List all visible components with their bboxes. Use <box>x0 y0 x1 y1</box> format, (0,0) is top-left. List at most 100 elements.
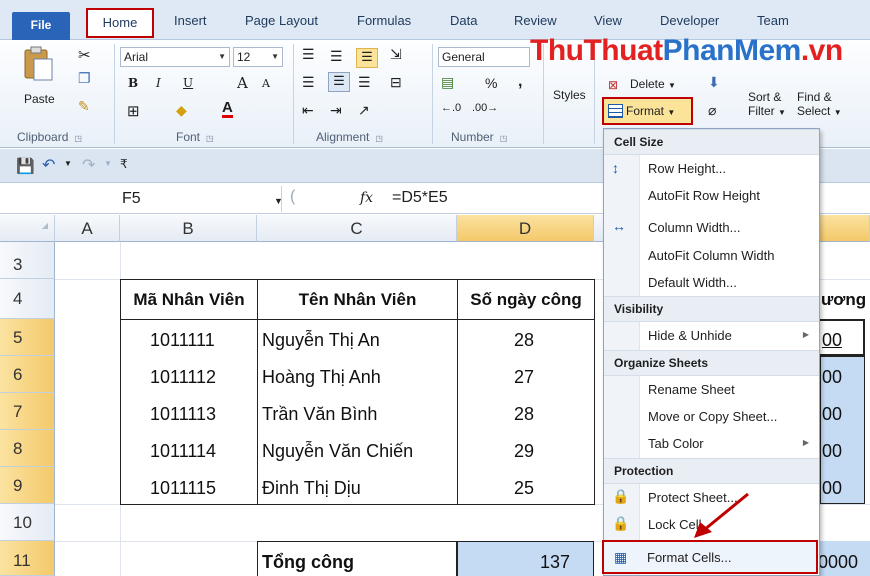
paste-button[interactable]: Paste <box>24 92 55 106</box>
sort-filter-button[interactable]: Sort & Filter ▼ <box>748 90 786 118</box>
paste-icon[interactable] <box>22 46 54 82</box>
increase-decimal-icon[interactable]: ←.0 <box>441 102 461 114</box>
row-header-6[interactable]: 6 <box>0 356 55 393</box>
borders-icon[interactable]: ⊞ <box>127 102 140 120</box>
column-header-d[interactable]: D <box>457 215 594 242</box>
total-f11-tail[interactable]: 0000 <box>818 552 858 573</box>
fill-color-icon[interactable]: ◆ <box>176 102 187 119</box>
row-header-11[interactable]: 11 <box>0 541 55 576</box>
menu-item-default-width[interactable]: Default Width... <box>648 275 737 290</box>
cell-f6-tail[interactable]: 00 <box>822 367 842 388</box>
copy-icon[interactable]: ❐ <box>78 70 91 87</box>
fill-icon[interactable]: ⬇ <box>708 74 720 91</box>
align-bottom-icon[interactable]: ☰ <box>356 48 378 68</box>
column-header-b[interactable]: B <box>120 215 257 242</box>
cell-f8-tail[interactable]: 00 <box>822 441 842 462</box>
styles-button[interactable]: Styles <box>553 88 586 102</box>
cell-so-1[interactable]: 28 <box>514 330 534 351</box>
comma-button[interactable]: , <box>518 73 522 91</box>
shrink-font-button[interactable]: A <box>262 77 270 90</box>
tab-data[interactable]: Data <box>450 13 477 28</box>
save-icon[interactable]: 💾 <box>16 157 35 175</box>
menu-item-tab-color[interactable]: Tab Color <box>648 436 704 451</box>
cut-icon[interactable]: ✂ <box>78 46 91 64</box>
cell-so-3[interactable]: 28 <box>514 404 534 425</box>
menu-item-row-height[interactable]: Row Height... <box>648 161 726 176</box>
menu-item-autofit-column-width[interactable]: AutoFit Column Width <box>648 248 774 263</box>
increase-indent-icon[interactable]: ⇥ <box>330 102 342 119</box>
underline-button[interactable]: U <box>183 76 193 90</box>
find-select-button[interactable]: Find & Select ▼ <box>797 90 842 118</box>
total-value[interactable]: 137 <box>540 552 570 573</box>
insert-function-icon[interactable]: fx <box>360 190 373 206</box>
row-header-4[interactable]: 4 <box>0 279 55 319</box>
wrap-text-icon[interactable]: ⇲ <box>390 46 402 63</box>
menu-item-hide-unhide[interactable]: Hide & Unhide <box>648 328 732 343</box>
row-header-8[interactable]: 8 <box>0 430 55 467</box>
menu-item-column-width[interactable]: Column Width... <box>648 220 740 235</box>
row-header-10[interactable]: 10 <box>0 504 55 541</box>
select-all-corner[interactable]: ◢ <box>0 215 55 242</box>
cell-ten-2[interactable]: Hoàng Thị Anh <box>262 367 381 388</box>
menu-item-format-cells[interactable]: Format Cells... <box>647 550 732 565</box>
row-header-3[interactable]: 3 <box>0 242 55 279</box>
cancel-formula-icon[interactable]: ( <box>290 188 295 206</box>
format-button[interactable]: Format ▼ <box>602 97 693 125</box>
cell-f9-tail[interactable]: 00 <box>822 478 842 499</box>
cell-ma-2[interactable]: 1011112 <box>150 367 216 388</box>
cell-ma-4[interactable]: 1011114 <box>150 441 216 462</box>
formula-input[interactable]: =D5*E5 <box>392 189 448 207</box>
row-header-9[interactable]: 9 <box>0 467 55 504</box>
tab-review[interactable]: Review <box>514 13 557 28</box>
cell-ma-3[interactable]: 1011113 <box>150 404 216 425</box>
font-color-icon[interactable]: A <box>222 100 233 118</box>
tab-file[interactable]: File <box>12 12 70 40</box>
accounting-format-icon[interactable]: ▤ <box>441 74 454 91</box>
menu-item-rename-sheet[interactable]: Rename Sheet <box>648 382 735 397</box>
column-header-f[interactable] <box>820 215 870 242</box>
cell-f7-tail[interactable]: 00 <box>822 404 842 425</box>
align-right-icon[interactable]: ☰ <box>358 74 371 91</box>
cell-ma-5[interactable]: 1011115 <box>150 478 216 499</box>
menu-item-autofit-row-height[interactable]: AutoFit Row Height <box>648 188 760 203</box>
decrease-decimal-icon[interactable]: .00→ <box>472 102 498 114</box>
cell-f5-tail[interactable]: 00 <box>822 330 842 351</box>
tab-page-layout[interactable]: Page Layout <box>245 13 318 28</box>
cell-ma-1[interactable]: 1011111 <box>150 330 215 351</box>
clear-icon[interactable]: ⌀ <box>708 102 716 119</box>
grow-font-button[interactable]: A <box>237 74 248 92</box>
cell-ten-3[interactable]: Trần Văn Bình <box>262 404 377 425</box>
tab-team[interactable]: Team <box>757 13 789 28</box>
align-center-icon[interactable]: ☰ <box>328 72 350 92</box>
tab-insert[interactable]: Insert <box>174 13 207 28</box>
cell-ten-5[interactable]: Đinh Thị Dịu <box>262 478 361 499</box>
italic-button[interactable]: I <box>156 76 161 90</box>
delete-button[interactable]: Delete ▼ <box>630 77 676 91</box>
cell-so-2[interactable]: 27 <box>514 367 534 388</box>
percent-button[interactable]: % <box>485 75 497 91</box>
row-header-7[interactable]: 7 <box>0 393 55 430</box>
decrease-indent-icon[interactable]: ⇤ <box>302 102 314 119</box>
menu-item-move-copy-sheet[interactable]: Move or Copy Sheet... <box>648 409 777 424</box>
total-label[interactable]: Tổng công <box>262 552 354 573</box>
row-header-5[interactable]: 5 <box>0 319 55 356</box>
number-format-combo[interactable]: General <box>438 47 530 67</box>
font-name-combo[interactable]: Arial ▼ <box>120 47 230 67</box>
cell-so-4[interactable]: 29 <box>514 441 534 462</box>
tab-developer[interactable]: Developer <box>660 13 719 28</box>
align-top-icon[interactable]: ☰ <box>302 46 315 63</box>
merge-center-icon[interactable]: ⊟ <box>390 74 402 91</box>
cell-ten-1[interactable]: Nguyễn Thị An <box>262 330 380 351</box>
column-header-a[interactable]: A <box>55 215 120 242</box>
orientation-icon[interactable]: ↗ <box>358 102 370 119</box>
customize-qat-icon[interactable]: ₹ <box>120 157 128 171</box>
font-size-combo[interactable]: 12 ▼ <box>233 47 283 67</box>
undo-dropdown-icon[interactable]: ▼ <box>64 159 72 168</box>
name-box[interactable]: F5 ▼ <box>12 186 283 212</box>
tab-formulas[interactable]: Formulas <box>357 13 411 28</box>
tab-home[interactable]: Home <box>86 8 154 38</box>
format-painter-icon[interactable]: ✎ <box>78 98 90 115</box>
column-header-c[interactable]: C <box>257 215 457 242</box>
cell-so-5[interactable]: 25 <box>514 478 534 499</box>
tab-view[interactable]: View <box>594 13 622 28</box>
